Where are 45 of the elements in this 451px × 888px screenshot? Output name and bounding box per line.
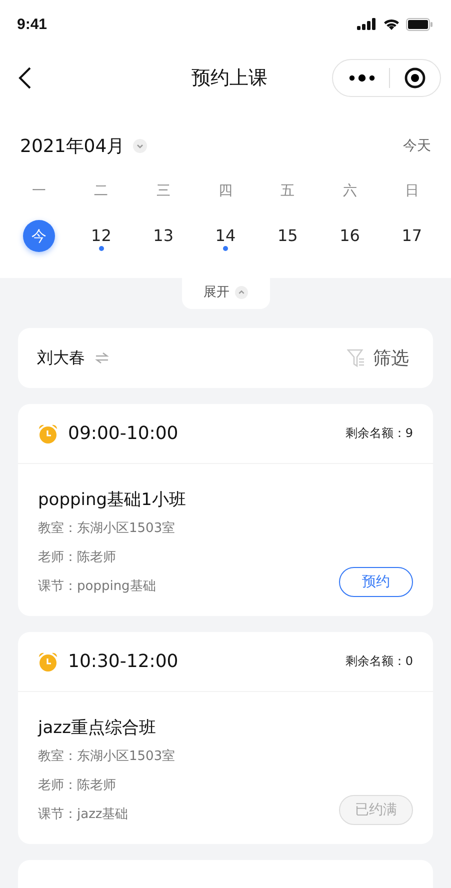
date-cell[interactable]: 15	[272, 220, 304, 252]
filter-icon	[347, 348, 365, 368]
class-detail: 课节：jazz基础	[38, 806, 130, 824]
back-icon[interactable]	[18, 66, 32, 90]
session-time: 10:30-12:00	[68, 651, 178, 672]
date-cell[interactable]: 12	[85, 220, 118, 252]
weekday-label: 五	[280, 182, 296, 200]
status-time: 9:41	[17, 16, 48, 32]
signal-icon	[357, 18, 377, 30]
alarm-clock-icon	[38, 424, 58, 444]
remaining-seats: 剩余名额：9	[345, 425, 413, 442]
student-name: 刘大春	[37, 348, 85, 368]
remaining-seats: 剩余名额：0	[345, 653, 413, 670]
wifi-icon	[383, 18, 400, 30]
class-detail: 教室：东湖小区1503室	[38, 520, 176, 538]
book-button[interactable]: 预约	[339, 567, 413, 597]
session-time: 09:00-10:00	[68, 423, 178, 444]
weekday-label: 四	[217, 182, 234, 200]
weekday-label: 二	[93, 182, 110, 200]
date-cell[interactable]: 今	[23, 220, 56, 252]
date-cell[interactable]: 14	[209, 220, 242, 252]
filter-button[interactable]: 筛选	[347, 346, 409, 370]
today-button[interactable]: 今天	[403, 137, 431, 155]
caret-icon	[234, 286, 248, 298]
date-cell[interactable]: 17	[396, 220, 428, 252]
class-detail: 老师：陈老师	[38, 549, 117, 567]
close-icon[interactable]	[404, 67, 426, 89]
weekday-label: 一	[31, 182, 48, 200]
page-title: 预约上课	[192, 66, 268, 91]
expand-button[interactable]: 展开	[182, 278, 270, 309]
month-label[interactable]: 2021年04月	[20, 134, 125, 158]
class-detail: 教室：东湖小区1503室	[38, 748, 176, 766]
weekday-label: 三	[155, 182, 172, 200]
date-cell[interactable]: 13	[147, 220, 180, 252]
alarm-clock-icon	[38, 652, 58, 672]
date-cell[interactable]: 16	[334, 220, 366, 252]
weekday-label: 六	[342, 182, 358, 200]
class-name: popping基础1小班	[38, 489, 187, 511]
dropdown-icon[interactable]	[132, 139, 147, 153]
more-icon[interactable]	[349, 74, 375, 82]
weekday-label: 日	[404, 182, 420, 200]
battery-icon	[406, 18, 433, 30]
class-detail: 课节：popping基础	[38, 578, 157, 596]
class-detail: 老师：陈老师	[38, 777, 117, 795]
class-name: jazz重点综合班	[38, 717, 157, 739]
